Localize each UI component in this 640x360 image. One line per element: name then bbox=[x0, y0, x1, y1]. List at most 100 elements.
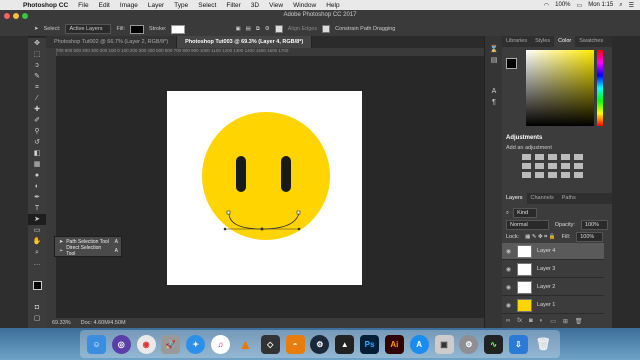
menu-window[interactable]: Window bbox=[288, 2, 321, 9]
menu-layer[interactable]: Layer bbox=[143, 2, 169, 9]
wifi-icon[interactable]: ◠ bbox=[544, 2, 549, 9]
appstore-icon[interactable]: A bbox=[409, 334, 429, 354]
handle-point-left[interactable] bbox=[223, 227, 227, 231]
blend-mode-dropdown[interactable]: Normal bbox=[506, 220, 549, 230]
layer-row-3[interactable]: ◉ Layer 3 bbox=[502, 261, 604, 278]
crop-tool-icon[interactable]: ⌗ bbox=[28, 82, 46, 93]
settings-icon[interactable]: ⚙ bbox=[265, 26, 270, 32]
color-balance-icon[interactable] bbox=[535, 163, 544, 169]
history-panel-icon[interactable]: ⌛ bbox=[485, 44, 503, 55]
right-eye[interactable] bbox=[281, 156, 291, 192]
bw-icon[interactable] bbox=[548, 163, 557, 169]
anchor-point-left[interactable] bbox=[226, 210, 231, 215]
properties-panel-icon[interactable]: ▤ bbox=[485, 55, 503, 66]
menu-image[interactable]: Image bbox=[115, 2, 143, 9]
marquee-tool-icon[interactable]: ⬚ bbox=[28, 49, 46, 60]
invert-icon[interactable] bbox=[535, 172, 544, 178]
anchor-point-bottom[interactable] bbox=[260, 227, 264, 231]
posterize-icon[interactable] bbox=[548, 172, 557, 178]
quick-mask-icon[interactable]: ◘ bbox=[28, 302, 46, 313]
layer-row-4[interactable]: ◉ Layer 4 bbox=[502, 243, 604, 260]
align-edges-checkbox[interactable] bbox=[274, 25, 283, 33]
doc-size[interactable]: Doc: 4.60M/4.50M bbox=[81, 320, 126, 326]
spotlight-icon[interactable]: ⌕ bbox=[619, 2, 622, 9]
launchpad-icon[interactable]: 🚀 bbox=[161, 334, 181, 354]
tab-color[interactable]: Color bbox=[554, 36, 576, 47]
visibility-eye-icon[interactable]: ◉ bbox=[505, 266, 512, 273]
blender-icon[interactable]: ◓ bbox=[285, 334, 305, 354]
illustrator-icon[interactable]: Ai bbox=[384, 334, 404, 354]
shape-tool-icon[interactable]: ▭ bbox=[28, 225, 46, 236]
itunes-icon[interactable]: ♫ bbox=[211, 334, 231, 354]
fill-swatch[interactable] bbox=[130, 24, 145, 34]
channel-mixer-icon[interactable] bbox=[574, 163, 583, 169]
zoom-tool-icon[interactable]: ⌕ bbox=[28, 247, 46, 258]
color-swatches-icon[interactable] bbox=[28, 280, 46, 291]
path-ops-icon[interactable]: ▣ bbox=[235, 26, 240, 32]
paragraph-panel-icon[interactable]: ¶ bbox=[485, 97, 503, 108]
brightness-icon[interactable] bbox=[522, 154, 531, 160]
menu-view[interactable]: View bbox=[264, 2, 288, 9]
stamp-tool-icon[interactable]: ⚲ bbox=[28, 126, 46, 137]
menu-3d[interactable]: 3D bbox=[246, 2, 264, 9]
hue-sat-icon[interactable] bbox=[522, 163, 531, 169]
trash-icon[interactable]: 🗑 bbox=[534, 335, 553, 354]
zoom-level[interactable]: 69.33% bbox=[52, 320, 71, 326]
preview-icon[interactable]: ▣ bbox=[434, 334, 454, 354]
eyedropper-tool-icon[interactable]: ⁄ bbox=[28, 93, 46, 104]
color-picker-field[interactable] bbox=[526, 50, 594, 126]
anchor-point-right[interactable] bbox=[296, 210, 301, 215]
finder-icon[interactable]: ☺ bbox=[86, 334, 106, 354]
tab-libraries[interactable]: Libraries bbox=[502, 36, 531, 47]
character-panel-icon[interactable]: A bbox=[485, 86, 503, 97]
tab-swatches[interactable]: Swatches bbox=[575, 36, 607, 47]
menu-extras-icon[interactable]: ☰ bbox=[629, 2, 634, 9]
tab-layers[interactable]: Layers bbox=[502, 193, 527, 204]
link-layers-icon[interactable]: ∞ bbox=[506, 318, 510, 325]
menu-select[interactable]: Select bbox=[193, 2, 221, 9]
exposure-icon[interactable] bbox=[561, 154, 570, 160]
levels-icon[interactable] bbox=[535, 154, 544, 160]
hand-tool-icon[interactable]: ✋ bbox=[28, 236, 46, 247]
foreground-color-swatch[interactable] bbox=[506, 58, 517, 69]
new-layer-icon[interactable]: ⊞ bbox=[563, 318, 568, 325]
screen-mode-icon[interactable]: ▢ bbox=[28, 313, 46, 324]
add-mask-icon[interactable]: ◙ bbox=[529, 318, 533, 325]
smiley-artwork[interactable] bbox=[167, 91, 362, 285]
battery-icon[interactable]: ▭ bbox=[577, 2, 583, 9]
adjustments-title[interactable]: Adjustments bbox=[506, 135, 542, 141]
curves-icon[interactable] bbox=[548, 154, 557, 160]
fx-icon[interactable]: fx bbox=[517, 318, 522, 325]
menu-filter[interactable]: Filter bbox=[221, 2, 245, 9]
left-eye[interactable] bbox=[236, 156, 246, 192]
path-select-tool-icon[interactable]: ➤ bbox=[34, 26, 39, 32]
quick-select-tool-icon[interactable]: ✎ bbox=[28, 71, 46, 82]
tab-tut003[interactable]: Photoshop Tut003 @ 69.3% (Layer 4, RGB/8… bbox=[177, 36, 313, 48]
dodge-tool-icon[interactable]: ◐ bbox=[28, 181, 46, 192]
brush-tool-icon[interactable]: ✐ bbox=[28, 115, 46, 126]
type-tool-icon[interactable]: T bbox=[28, 203, 46, 214]
stroke-swatch[interactable] bbox=[171, 24, 186, 34]
path-selection-tool-icon[interactable]: ➤ bbox=[28, 214, 46, 225]
vibrance-icon[interactable] bbox=[574, 154, 583, 160]
opacity-field[interactable]: 100% bbox=[580, 220, 608, 230]
flyout-direct-selection[interactable]: ➢ Direct Selection Tool A bbox=[55, 245, 121, 257]
menu-app[interactable]: Photoshop CC bbox=[18, 2, 73, 9]
handle-point-right[interactable] bbox=[297, 227, 301, 231]
new-group-icon[interactable]: ▭ bbox=[550, 318, 556, 325]
photoshop-icon[interactable]: Ps bbox=[360, 334, 380, 354]
photo-filter-icon[interactable] bbox=[561, 163, 570, 169]
delete-layer-icon[interactable]: 🗑 bbox=[575, 318, 583, 325]
downloads-icon[interactable]: ⇩ bbox=[508, 334, 528, 354]
tab-channels[interactable]: Channels bbox=[527, 193, 558, 204]
healing-tool-icon[interactable]: ✚ bbox=[28, 104, 46, 115]
edit-toolbar-icon[interactable]: … bbox=[28, 258, 46, 269]
color-lookup-icon[interactable] bbox=[522, 172, 531, 178]
battery-text[interactable]: 100% bbox=[555, 2, 570, 8]
gradient-tool-icon[interactable]: ▦ bbox=[28, 159, 46, 170]
clock[interactable]: Mon 1:15 bbox=[588, 2, 613, 8]
visibility-eye-icon[interactable]: ◉ bbox=[505, 284, 512, 291]
move-tool-icon[interactable]: ✥ bbox=[28, 38, 46, 49]
menu-type[interactable]: Type bbox=[169, 2, 193, 9]
fill-field[interactable]: 100% bbox=[576, 232, 604, 242]
